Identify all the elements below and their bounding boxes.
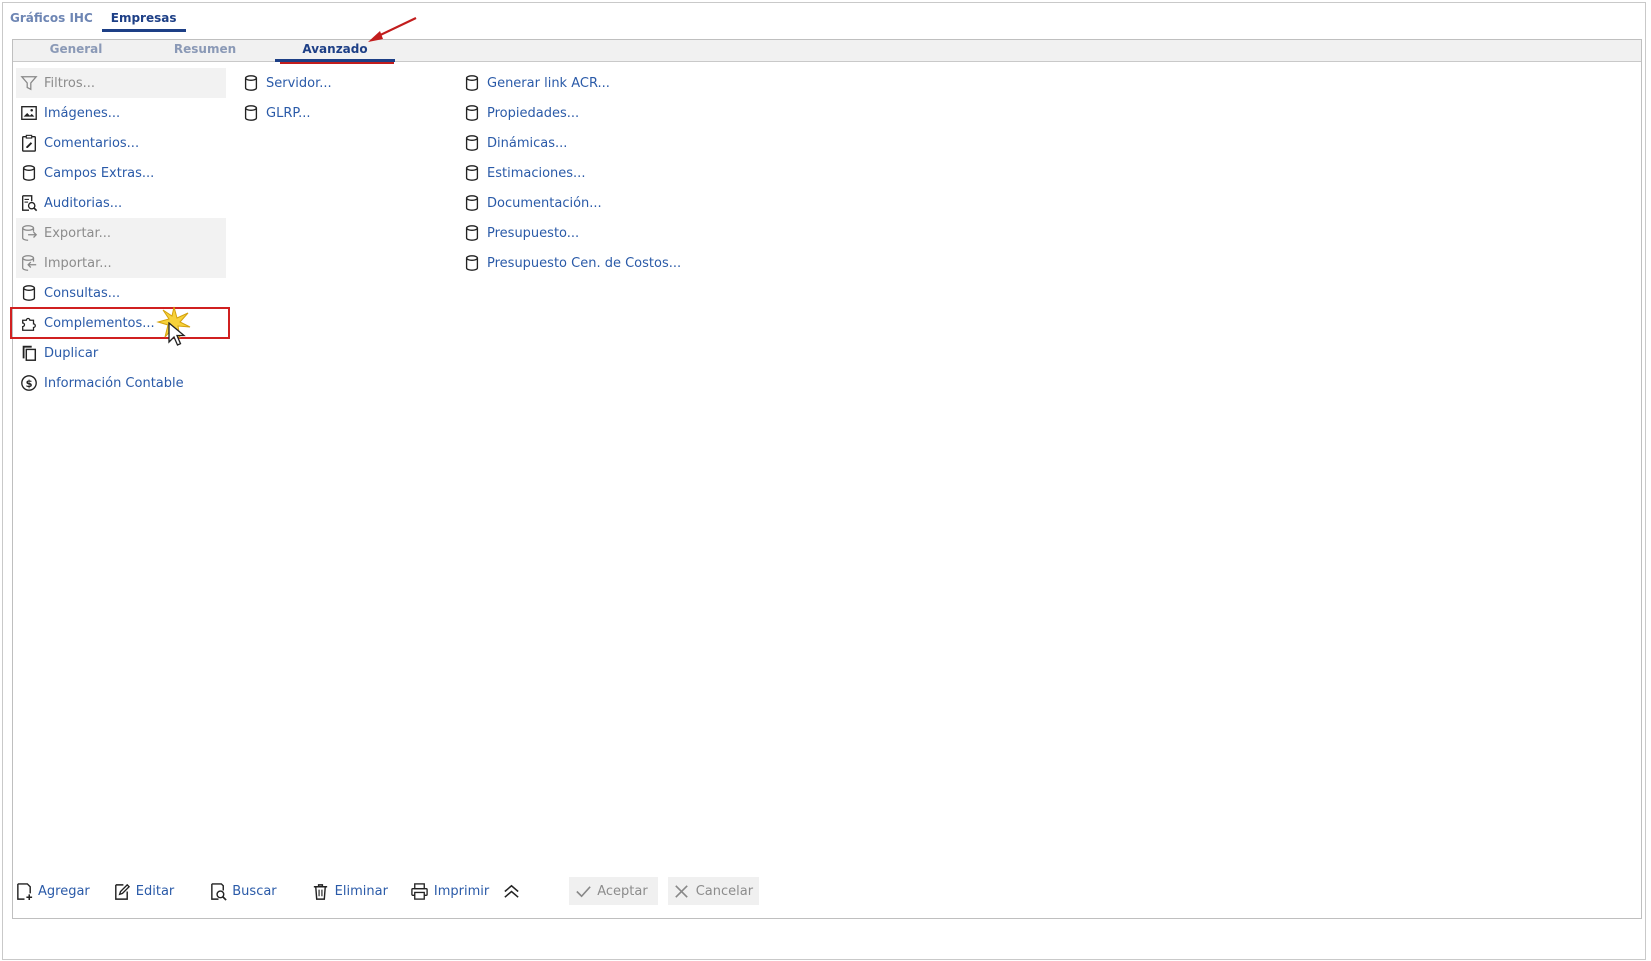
- accept-button[interactable]: Aceptar: [569, 877, 658, 905]
- menu-item-label: Filtros...: [44, 75, 96, 91]
- clipboard-edit-icon: [18, 132, 40, 154]
- menu-item-complementos[interactable]: Complementos...: [10, 307, 230, 339]
- menu-item-label: Imágenes...: [44, 105, 121, 121]
- database-icon: [461, 162, 483, 184]
- menu-item-presupuesto-cen-costos[interactable]: Presupuesto Cen. de Costos...: [459, 248, 719, 278]
- menu-item-presupuesto[interactable]: Presupuesto...: [459, 218, 719, 248]
- tab-resumen[interactable]: Resumen: [147, 40, 263, 62]
- menu-item-label: GLRP...: [266, 105, 311, 121]
- accept-button-label: Aceptar: [597, 883, 648, 899]
- tab-empresas[interactable]: Empresas: [101, 10, 186, 32]
- top-tab-bar: Gráficos IHC Empresas: [10, 10, 186, 32]
- print-icon: [410, 881, 430, 901]
- sub-tab-bar: General Resumen Avanzado: [13, 40, 1641, 62]
- menu-item-label: Documentación...: [487, 195, 602, 211]
- audit-search-icon: [18, 192, 40, 214]
- mouse-cursor-icon: [168, 322, 186, 346]
- menu-column-1: Filtros... Imágenes... Comentarios... Ca…: [10, 68, 230, 398]
- database-icon: [240, 72, 262, 94]
- menu-item-dinamicas[interactable]: Dinámicas...: [459, 128, 719, 158]
- menu-item-label: Generar link ACR...: [487, 75, 610, 91]
- tab-graficos-ihc[interactable]: Gráficos IHC: [10, 10, 102, 32]
- tab-general[interactable]: General: [23, 40, 129, 62]
- menu-item-informacion-contable[interactable]: $ Información Contable: [16, 368, 226, 398]
- menu-column-2: Servidor... GLRP...: [238, 68, 448, 128]
- menu-item-label: Exportar...: [44, 225, 112, 241]
- menu-item-label: Presupuesto Cen. de Costos...: [487, 255, 682, 271]
- menu-item-documentacion[interactable]: Documentación...: [459, 188, 719, 218]
- search-button-label: Buscar: [232, 883, 277, 899]
- edit-button[interactable]: Editar: [108, 877, 179, 905]
- add-button-label: Agregar: [38, 883, 90, 899]
- copy-icon: [18, 342, 40, 364]
- menu-item-filtros: Filtros...: [16, 68, 226, 98]
- database-icon: [18, 282, 40, 304]
- puzzle-icon: [18, 312, 40, 334]
- menu-item-duplicar[interactable]: Duplicar: [16, 338, 226, 368]
- filter-icon: [18, 72, 40, 94]
- database-icon: [240, 102, 262, 124]
- database-icon: [461, 222, 483, 244]
- dollar-circle-icon: $: [18, 372, 40, 394]
- add-button[interactable]: Agregar: [10, 877, 94, 905]
- menu-item-label: Presupuesto...: [487, 225, 580, 241]
- menu-item-label: Información Contable: [44, 375, 184, 391]
- database-icon: [461, 72, 483, 94]
- menu-item-label: Consultas...: [44, 285, 121, 301]
- search-doc-icon: [208, 881, 228, 901]
- menu-item-label: Propiedades...: [487, 105, 580, 121]
- database-icon: [461, 252, 483, 274]
- add-doc-icon: [14, 881, 34, 901]
- menu-item-imagenes[interactable]: Imágenes...: [16, 98, 226, 128]
- menu-item-glrp[interactable]: GLRP...: [238, 98, 448, 128]
- menu-item-label: Dinámicas...: [487, 135, 568, 151]
- search-button[interactable]: Buscar: [204, 877, 280, 905]
- menu-item-importar: Importar...: [16, 248, 226, 278]
- menu-item-servidor[interactable]: Servidor...: [238, 68, 448, 98]
- x-icon: [672, 881, 692, 901]
- menu-item-label: Complementos...: [44, 315, 155, 331]
- annotation-arrow: [368, 17, 417, 42]
- database-icon: [18, 162, 40, 184]
- chevrons-up-icon: [501, 881, 521, 901]
- database-icon: [461, 102, 483, 124]
- menu-item-auditorias[interactable]: Auditorias...: [16, 188, 226, 218]
- database-icon: [461, 192, 483, 214]
- menu-item-label: Duplicar: [44, 345, 99, 361]
- menu-item-label: Estimaciones...: [487, 165, 586, 181]
- edit-button-label: Editar: [135, 883, 175, 899]
- delete-button-label: Eliminar: [334, 883, 388, 899]
- collapse-toolbar-button[interactable]: [497, 877, 529, 905]
- print-button[interactable]: Imprimir: [406, 877, 493, 905]
- menu-item-campos-extras[interactable]: Campos Extras...: [16, 158, 226, 188]
- menu-item-consultas[interactable]: Consultas...: [16, 278, 226, 308]
- database-import-icon: [18, 252, 40, 274]
- database-export-icon: [18, 222, 40, 244]
- menu-item-label: Importar...: [44, 255, 112, 271]
- menu-item-label: Comentarios...: [44, 135, 140, 151]
- menu-item-label: Auditorias...: [44, 195, 123, 211]
- menu-item-comentarios[interactable]: Comentarios...: [16, 128, 226, 158]
- edit-icon: [112, 881, 132, 901]
- menu-item-estimaciones[interactable]: Estimaciones...: [459, 158, 719, 188]
- cancel-button[interactable]: Cancelar: [667, 877, 760, 905]
- content-panel: General Resumen Avanzado: [12, 39, 1642, 919]
- bottom-toolbar: Agregar Editar Buscar Eliminar Imprimir …: [12, 876, 1642, 906]
- menu-column-3: Generar link ACR... Propiedades... Dinám…: [459, 68, 719, 278]
- database-icon: [461, 132, 483, 154]
- menu-item-propiedades[interactable]: Propiedades...: [459, 98, 719, 128]
- print-button-label: Imprimir: [433, 883, 490, 899]
- menu-item-exportar: Exportar...: [16, 218, 226, 248]
- delete-button[interactable]: Eliminar: [307, 877, 392, 905]
- menu-item-label: Campos Extras...: [44, 165, 155, 181]
- check-icon: [573, 881, 593, 901]
- svg-text:$: $: [26, 379, 33, 390]
- menu-item-label: Servidor...: [266, 75, 332, 91]
- cancel-button-label: Cancelar: [695, 883, 754, 899]
- annotation-underline: [280, 62, 394, 64]
- trash-icon: [311, 881, 331, 901]
- menu-item-generar-link-acr[interactable]: Generar link ACR...: [459, 68, 719, 98]
- image-icon: [18, 102, 40, 124]
